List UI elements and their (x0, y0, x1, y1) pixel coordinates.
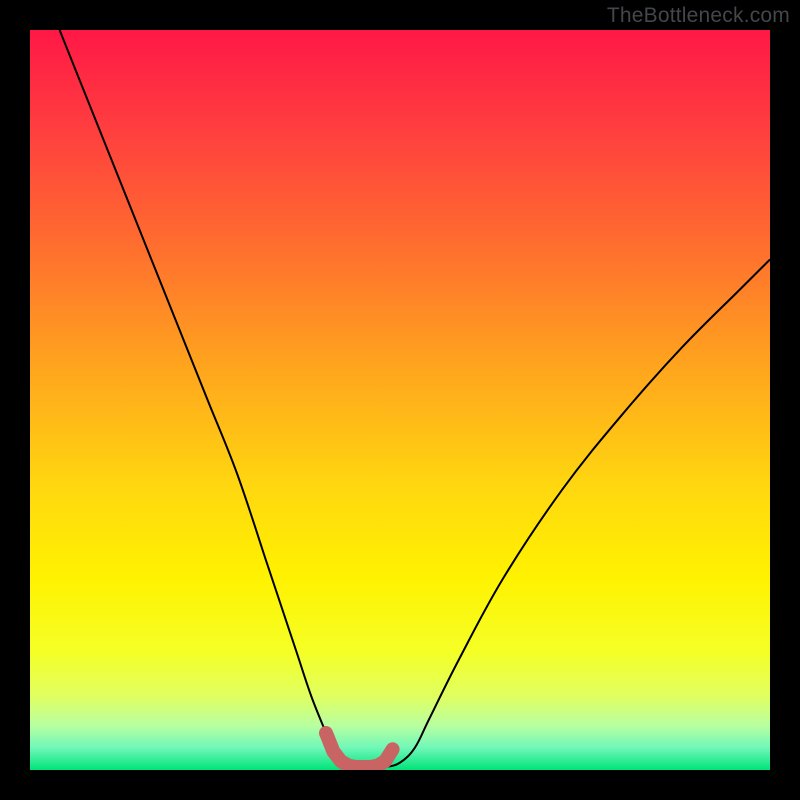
plot-area (30, 30, 770, 770)
chart-background (30, 30, 770, 770)
watermark-text: TheBottleneck.com (607, 4, 790, 28)
chart-svg (30, 30, 770, 770)
chart-frame: TheBottleneck.com (0, 0, 800, 800)
